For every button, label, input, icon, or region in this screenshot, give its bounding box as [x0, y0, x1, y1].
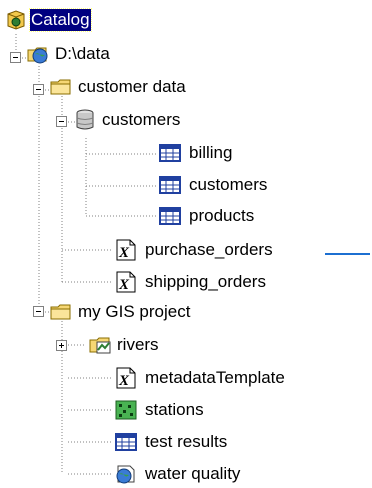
- tree-label-gis-project: my GIS project: [78, 302, 191, 321]
- tree-label-test-results: test results: [145, 432, 228, 451]
- xml-document-icon: X: [114, 238, 138, 262]
- xml-document-icon: X: [114, 366, 138, 390]
- collapse-toggle-gis-project[interactable]: [33, 306, 44, 317]
- xml-document-icon: X: [114, 270, 138, 294]
- collapse-toggle-connection[interactable]: [10, 52, 21, 63]
- tree-label-metadata-template: metadataTemplate: [145, 368, 285, 387]
- tree-label-products: products: [189, 206, 255, 225]
- database-icon: [73, 108, 97, 132]
- tree-label-billing: billing: [189, 143, 233, 162]
- folder-icon: [49, 75, 73, 99]
- svg-text:X: X: [118, 245, 130, 261]
- folder-icon: [49, 300, 73, 324]
- table-icon: [158, 173, 182, 197]
- svg-text:X: X: [118, 277, 130, 293]
- tree-label-connection: D:\data: [55, 44, 110, 63]
- tree-label-catalog: Catalog: [29, 8, 92, 32]
- svg-text:X: X: [118, 373, 130, 389]
- collapse-toggle-customers-db[interactable]: [56, 116, 67, 127]
- coverage-icon: [88, 333, 112, 357]
- globe-folder-connection-icon: [26, 42, 50, 66]
- tree-label-stations: stations: [145, 400, 204, 419]
- catalog-icon: [4, 8, 28, 32]
- raster-grid-icon: [114, 398, 138, 422]
- tree-label-water-quality: water quality: [145, 464, 241, 483]
- tree-label-customers-table: customers: [189, 175, 268, 194]
- tree-label-customers-db: customers: [102, 110, 181, 129]
- tree-label-customer-data: customer data: [78, 77, 186, 96]
- tree-label-rivers: rivers: [117, 335, 159, 354]
- table-icon: [158, 141, 182, 165]
- callout-line: [325, 253, 370, 255]
- tree-label-shipping-orders: shipping_orders: [145, 272, 266, 291]
- table-icon: [158, 204, 182, 228]
- collapse-toggle-customer-data[interactable]: [33, 84, 44, 95]
- table-icon: [114, 430, 138, 454]
- layer-file-icon: [114, 462, 138, 486]
- tree-label-purchase-orders: purchase_orders: [145, 240, 273, 259]
- expand-toggle-rivers[interactable]: [56, 340, 67, 351]
